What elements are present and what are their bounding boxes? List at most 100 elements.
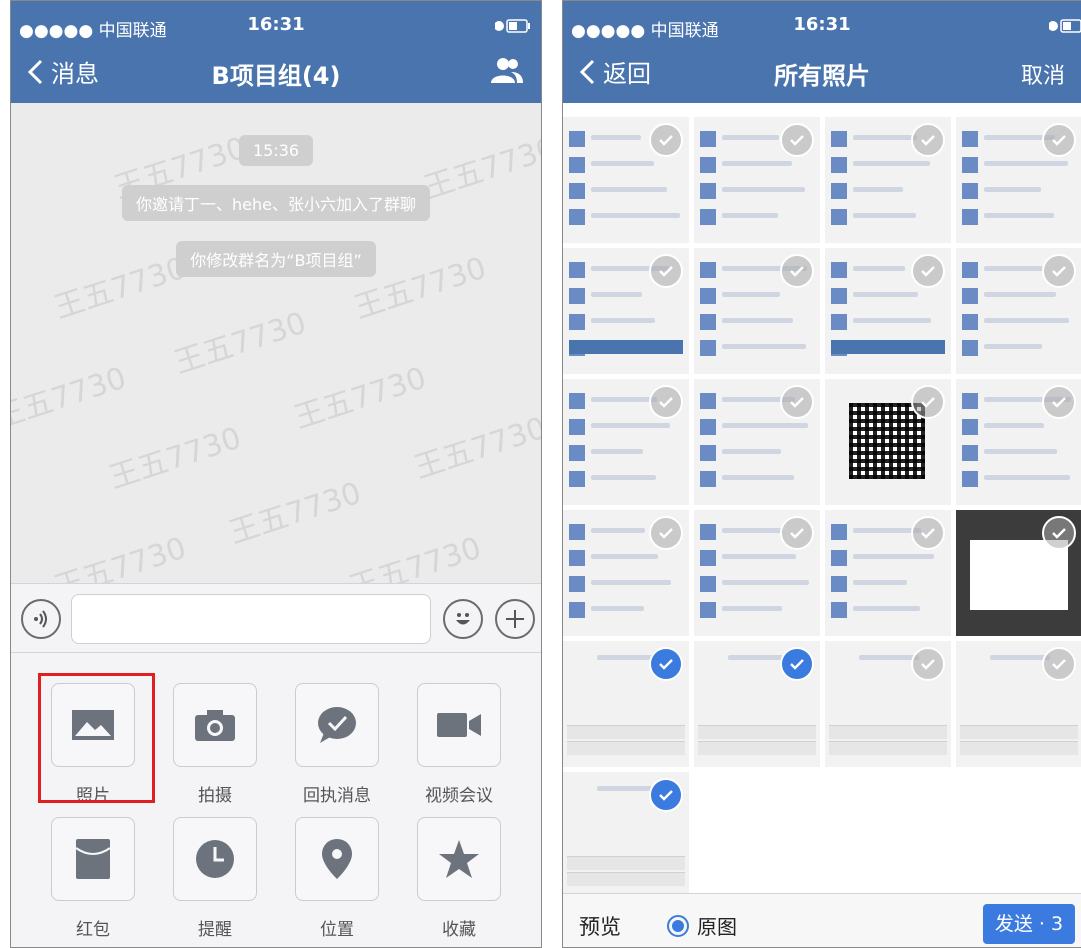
check-unselected-icon[interactable] bbox=[1042, 647, 1076, 681]
red-packet-icon bbox=[75, 839, 111, 879]
preview-button[interactable]: 预览 bbox=[579, 911, 621, 941]
tools-panel: 照片 拍摄 回执消息 视频会议 红包 提醒 位置 收藏 bbox=[11, 653, 541, 947]
system-message-text: 你邀请丁一、hehe、张小六加入了群聊 bbox=[122, 185, 430, 221]
photo-tool-highlight bbox=[38, 673, 155, 803]
message-input[interactable] bbox=[71, 594, 431, 644]
check-unselected-icon[interactable] bbox=[649, 123, 683, 157]
tool-label: 红包 bbox=[76, 920, 110, 940]
photo-thumbnail[interactable] bbox=[956, 248, 1081, 374]
photo-thumbnail[interactable] bbox=[694, 641, 820, 767]
original-image-toggle[interactable]: 原图 bbox=[667, 911, 737, 940]
bottom-toolbar: 预览 原图 发送 · 3 bbox=[563, 893, 1081, 947]
check-unselected-icon[interactable] bbox=[780, 123, 814, 157]
check-unselected-icon[interactable] bbox=[780, 385, 814, 419]
watermark: 王五7730 bbox=[11, 360, 131, 437]
photo-thumbnail[interactable] bbox=[956, 379, 1081, 505]
photo-thumbnail[interactable] bbox=[825, 379, 951, 505]
photo-thumbnail[interactable] bbox=[956, 641, 1081, 767]
tool-receipt-box[interactable] bbox=[295, 683, 379, 767]
photo-thumbnail[interactable] bbox=[563, 248, 689, 374]
check-selected-icon[interactable] bbox=[649, 778, 683, 812]
system-message: 你修改群名为“B项目组” bbox=[11, 241, 541, 277]
check-unselected-icon[interactable] bbox=[1042, 123, 1076, 157]
check-unselected-icon[interactable] bbox=[911, 385, 945, 419]
tool-video-meeting[interactable]: 视频会议 bbox=[409, 683, 509, 806]
tool-camera[interactable]: 拍摄 bbox=[165, 683, 265, 806]
tool-video-box[interactable] bbox=[417, 683, 501, 767]
check-unselected-icon[interactable] bbox=[649, 385, 683, 419]
check-unselected-icon[interactable] bbox=[649, 254, 683, 288]
photo-thumbnail[interactable] bbox=[956, 117, 1081, 243]
page-title: 所有照片 bbox=[774, 62, 870, 90]
send-button[interactable]: 发送 · 3 bbox=[983, 904, 1075, 944]
photo-thumbnail[interactable] bbox=[563, 510, 689, 636]
location-icon bbox=[322, 839, 352, 879]
tool-red-packet-box[interactable] bbox=[51, 817, 135, 901]
check-unselected-icon[interactable] bbox=[1042, 516, 1076, 550]
photo-picker-screen: ●●●●● 中国联通 16:31 返回 所有照片 取消 预览 原图 发送 · 3 bbox=[562, 0, 1081, 948]
tool-red-packet[interactable]: 红包 bbox=[43, 817, 143, 940]
tool-reminder[interactable]: 提醒 bbox=[165, 817, 265, 940]
watermark: 王五7730 bbox=[410, 410, 541, 487]
tool-camera-box[interactable] bbox=[173, 683, 257, 767]
watermark: 王五7730 bbox=[345, 530, 486, 583]
video-icon bbox=[437, 713, 481, 737]
photo-thumbnail[interactable] bbox=[694, 379, 820, 505]
tool-favorites[interactable]: 收藏 bbox=[409, 817, 509, 940]
photo-thumbnail[interactable] bbox=[825, 641, 951, 767]
battery-icon bbox=[1049, 19, 1081, 33]
chat-screen: ●●●●● 中国联通 16:31 消息 B项目组(4) 王五7730 王五773… bbox=[10, 0, 542, 948]
check-unselected-icon[interactable] bbox=[911, 647, 945, 681]
cancel-button[interactable]: 取消 bbox=[1021, 58, 1065, 90]
system-message: 你邀请丁一、hehe、张小六加入了群聊 bbox=[11, 185, 541, 221]
check-unselected-icon[interactable] bbox=[780, 254, 814, 288]
status-time: 16:31 bbox=[247, 14, 305, 35]
tool-favorites-box[interactable] bbox=[417, 817, 501, 901]
photo-thumbnail[interactable] bbox=[563, 641, 689, 767]
check-unselected-icon[interactable] bbox=[911, 516, 945, 550]
emoji-button[interactable] bbox=[443, 599, 483, 639]
watermark: 王五7730 bbox=[225, 475, 366, 552]
photo-thumbnail[interactable] bbox=[825, 248, 951, 374]
tool-location-box[interactable] bbox=[295, 817, 379, 901]
photo-thumbnail[interactable] bbox=[956, 510, 1081, 636]
photo-thumbnail[interactable] bbox=[694, 248, 820, 374]
photo-thumbnail[interactable] bbox=[563, 379, 689, 505]
tool-location[interactable]: 位置 bbox=[287, 817, 387, 940]
status-time: 16:31 bbox=[793, 14, 851, 35]
voice-icon bbox=[34, 610, 47, 628]
watermark: 王五7730 bbox=[170, 305, 311, 382]
photo-thumbnail[interactable] bbox=[694, 510, 820, 636]
check-unselected-icon[interactable] bbox=[649, 516, 683, 550]
photo-thumbnail[interactable] bbox=[825, 117, 951, 243]
watermark: 王五7730 bbox=[105, 420, 246, 497]
photo-grid bbox=[563, 103, 1081, 893]
photo-thumbnail[interactable] bbox=[694, 117, 820, 243]
chat-timestamp: 15:36 bbox=[11, 135, 541, 166]
tool-reminder-box[interactable] bbox=[173, 817, 257, 901]
chat-area: 王五7730 王五7730 王五7730 王五7730 王五7730 王五773… bbox=[11, 103, 541, 583]
check-unselected-icon[interactable] bbox=[911, 254, 945, 288]
status-bar: ●●●●● 中国联通 16:31 bbox=[11, 1, 541, 41]
photo-thumbnail[interactable] bbox=[563, 117, 689, 243]
input-bar bbox=[11, 583, 541, 653]
voice-button[interactable] bbox=[21, 599, 61, 639]
group-members-button[interactable] bbox=[489, 55, 525, 91]
check-unselected-icon[interactable] bbox=[1042, 254, 1076, 288]
more-button[interactable] bbox=[495, 599, 535, 639]
tool-label: 位置 bbox=[320, 920, 354, 940]
radio-selected-icon bbox=[667, 914, 689, 937]
check-unselected-icon[interactable] bbox=[1042, 385, 1076, 419]
check-unselected-icon[interactable] bbox=[911, 123, 945, 157]
photo-thumbnail[interactable] bbox=[563, 772, 689, 893]
check-selected-icon[interactable] bbox=[649, 647, 683, 681]
tool-receipt-message[interactable]: 回执消息 bbox=[287, 683, 387, 806]
watermark: 王五7730 bbox=[290, 360, 431, 437]
watermark: 王五7730 bbox=[50, 530, 191, 583]
photo-thumbnail[interactable] bbox=[825, 510, 951, 636]
timestamp-text: 15:36 bbox=[238, 135, 314, 166]
check-selected-icon[interactable] bbox=[780, 647, 814, 681]
page-title: B项目组(4) bbox=[211, 62, 341, 90]
nav-bar: 消息 B项目组(4) bbox=[11, 41, 541, 103]
check-unselected-icon[interactable] bbox=[780, 516, 814, 550]
